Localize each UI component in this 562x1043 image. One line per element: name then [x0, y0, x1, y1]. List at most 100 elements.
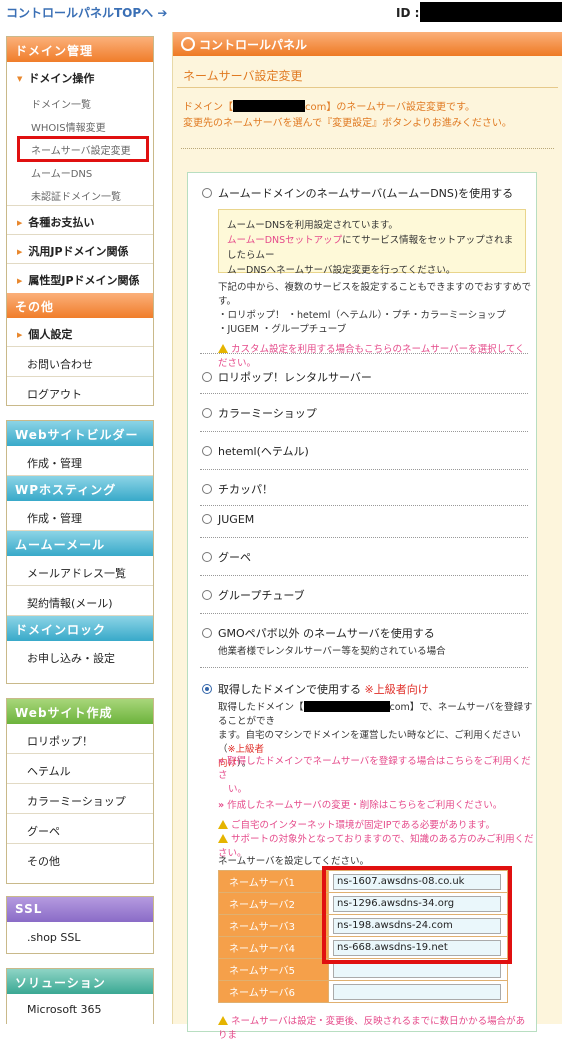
ns-label: ネームサーバ3: [218, 914, 329, 937]
option-muumuu-dns[interactable]: ムームードメインのネームサーバ(ムームーDNS)を使用する: [202, 185, 513, 201]
sidebar-head-builder: Webサイトビルダー: [7, 421, 153, 446]
option-label: JUGEM: [218, 513, 255, 526]
option-label: heteml(ヘテムル): [218, 445, 309, 458]
option-label: チカッパ！: [218, 483, 273, 496]
warning-icon: [218, 344, 228, 353]
main-header: コントロールパネル: [173, 32, 562, 56]
own-advanced-tag: ※上級者: [227, 744, 264, 755]
sidebar-solution-box: ソリューション Microsoft 365: [6, 968, 154, 1024]
divider: [200, 393, 528, 394]
edit-nameserver-link[interactable]: 作成したネームサーバの変更・削除はこちらをご利用ください。: [227, 800, 502, 811]
register-nameserver-link[interactable]: 取得したドメインでネームサーバを登録する場合はこちらをご利用くださ: [218, 756, 531, 781]
sidebar-head-lock: ドメインロック: [7, 616, 153, 641]
sidebar-item-mail-list[interactable]: メールアドレス一覧: [7, 556, 153, 586]
sidebar-item-logout[interactable]: ログアウト: [7, 377, 153, 407]
top-bar: コントロールパネルTOPへ ➔ ID :: [0, 0, 562, 26]
divider: [200, 667, 528, 668]
sidebar-item-shop-ssl[interactable]: .shop SSL: [7, 922, 153, 952]
option-colorme[interactable]: カラーミーショップ: [202, 405, 317, 421]
sidebar-head-domain: ドメイン管理: [7, 37, 153, 62]
note-line3: ・JUGEM ・グループチューブ: [218, 324, 347, 335]
section-title: ネームサーバ設定変更: [177, 64, 558, 88]
id-label: ID :: [396, 6, 420, 20]
option-goope[interactable]: グーペ: [202, 549, 251, 565]
sidebar-item-colorme[interactable]: カラーミーショップ: [7, 784, 153, 814]
sidebar-head-wp: WPホスティング: [7, 476, 153, 501]
radio-icon[interactable]: [202, 628, 212, 638]
radio-icon[interactable]: [202, 484, 212, 494]
option-label: グーペ: [218, 551, 251, 564]
radio-icon[interactable]: [202, 446, 212, 456]
sidebar-item-contact[interactable]: お問い合わせ: [7, 347, 153, 377]
sidebar-item-heteml[interactable]: ヘテムル: [7, 754, 153, 784]
option-label: グループチューブ: [218, 589, 305, 602]
muumuu-dns-setup-link[interactable]: ムームーDNSセットアップ: [227, 235, 342, 246]
domain-redacted: [303, 701, 390, 712]
info-line3: ムーDNSへネームサーバ設定変更を行ってください。: [227, 265, 456, 276]
ns6-input[interactable]: [333, 983, 501, 1000]
radio-icon[interactable]: [202, 372, 212, 382]
note-line2: ・ロリポップ！ ・heteml（ヘテムル）・プチ・カラーミーショップ: [218, 310, 506, 321]
ns-label: ネームサーバ5: [218, 958, 329, 981]
divider: [200, 353, 528, 354]
radio-icon[interactable]: [202, 188, 212, 198]
sidebar-item-lock-apply[interactable]: お申し込み・設定: [7, 641, 153, 671]
intro-line2: 変更先のネームサーバを選んで『変更設定』ボタンよりお進みください。: [183, 118, 512, 129]
register-nameserver-link-cont[interactable]: い。: [228, 784, 247, 795]
sidebar-sub-unverified[interactable]: 未認証ドメイン一覧: [7, 183, 153, 206]
table-row: ネームサーバ6: [218, 980, 508, 1003]
radio-icon[interactable]: [202, 408, 212, 418]
sidebar-sub-domain-list[interactable]: ドメイン一覧: [7, 91, 153, 114]
sidebar-item-builder-manage[interactable]: 作成・管理: [7, 446, 153, 476]
ns-label: ネームサーバ4: [218, 936, 329, 959]
sidebar-item-wp-manage[interactable]: 作成・管理: [7, 501, 153, 531]
sidebar-item-lolipop[interactable]: ロリポップ！: [7, 724, 153, 754]
info-line1: ムームーDNSを利用設定されています。: [227, 220, 398, 231]
footer-warning: ネームサーバは設定・変更後、反映されるまでに数日かかる場合がありま: [218, 1015, 534, 1043]
sidebar-head-solution: ソリューション: [7, 969, 153, 994]
sidebar-item-personal[interactable]: 個人設定: [7, 318, 153, 347]
radio-selected-icon[interactable]: [202, 684, 212, 694]
sidebar-item-mail-contract[interactable]: 契約情報(メール): [7, 586, 153, 616]
warning-fixed-ip: ご自宅のインターネット環境が固定IPである必要があります。: [231, 820, 495, 831]
sidebar-sub-whois[interactable]: WHOIS情報変更: [7, 114, 153, 137]
radio-icon[interactable]: [202, 552, 212, 562]
option-lolipop[interactable]: ロリポップ！レンタルサーバー: [202, 369, 372, 385]
divider: [200, 613, 528, 614]
sidebar-item-ms365[interactable]: Microsoft 365: [7, 994, 153, 1024]
intro-line1b: com】のネームサーバ設定変更です。: [305, 102, 475, 113]
sidebar-head-other: その他: [7, 293, 153, 318]
gmo-note: 他業者様でレンタルサーバー等を契約されている場合: [218, 646, 446, 657]
own-domain-links: » 取得したドメインでネームサーバを登録する場合はこちらをご利用くださ い。 »…: [218, 755, 534, 861]
domain-redacted: [233, 100, 305, 112]
divider: [200, 575, 528, 576]
option-heteml[interactable]: heteml(ヘテムル): [202, 443, 309, 459]
sidebar-item-payment[interactable]: 各種お支払い: [7, 206, 153, 235]
control-panel-top-link[interactable]: コントロールパネルTOPへ ➔: [6, 4, 167, 21]
muumuu-dns-info-box: ムームーDNSを利用設定されています。 ムームーDNSセットアップにてサービス情…: [218, 209, 526, 276]
sidebar-services-box: Webサイトビルダー 作成・管理 WPホスティング 作成・管理 ムームーメール …: [6, 420, 154, 684]
option-gmo-other[interactable]: GMOペパボ以外 のネームサーバを使用する: [202, 625, 435, 641]
radio-icon[interactable]: [202, 590, 212, 600]
muumuu-note: 下記の中から、複数のサービスを設定することもできますのでおすすめです。 ・ロリポ…: [218, 281, 534, 371]
option-grouptube[interactable]: グループチューブ: [202, 587, 305, 603]
radio-icon[interactable]: [202, 514, 212, 524]
sidebar-web-box: Webサイト作成 ロリポップ！ ヘテムル カラーミーショップ グーペ その他: [6, 698, 154, 884]
divider: [200, 505, 528, 506]
sidebar-item-jp-attr[interactable]: 属性型JPドメイン関係: [7, 264, 153, 293]
ns-label: ネームサーバ2: [218, 892, 329, 915]
option-chicappa[interactable]: チカッパ！: [202, 481, 273, 497]
sidebar-domain-box: ドメイン管理 ドメイン操作 ドメイン一覧 WHOIS情報変更 ネームサーバ設定変…: [6, 36, 154, 406]
advanced-tag: ※上級者向け: [364, 683, 429, 696]
divider: [181, 148, 554, 149]
option-jugem[interactable]: JUGEM: [202, 513, 254, 526]
sidebar-item-other[interactable]: その他: [7, 844, 153, 874]
sidebar-item-jp-general[interactable]: 汎用JPドメイン関係: [7, 235, 153, 264]
sidebar-item-goope[interactable]: グーペ: [7, 814, 153, 844]
sidebar-head-web: Webサイト作成: [7, 699, 153, 724]
footer-warning-text: ネームサーバは設定・変更後、反映されるまでに数日かかる場合がありま: [218, 1016, 526, 1041]
option-own-domain[interactable]: 取得したドメインで使用する ※上級者向け: [202, 681, 429, 697]
ns-label: ネームサーバ6: [218, 980, 329, 1003]
sidebar-sub-muumuu-dns[interactable]: ムームーDNS: [7, 160, 153, 183]
sidebar-item-domain-ops[interactable]: ドメイン操作: [7, 62, 153, 91]
